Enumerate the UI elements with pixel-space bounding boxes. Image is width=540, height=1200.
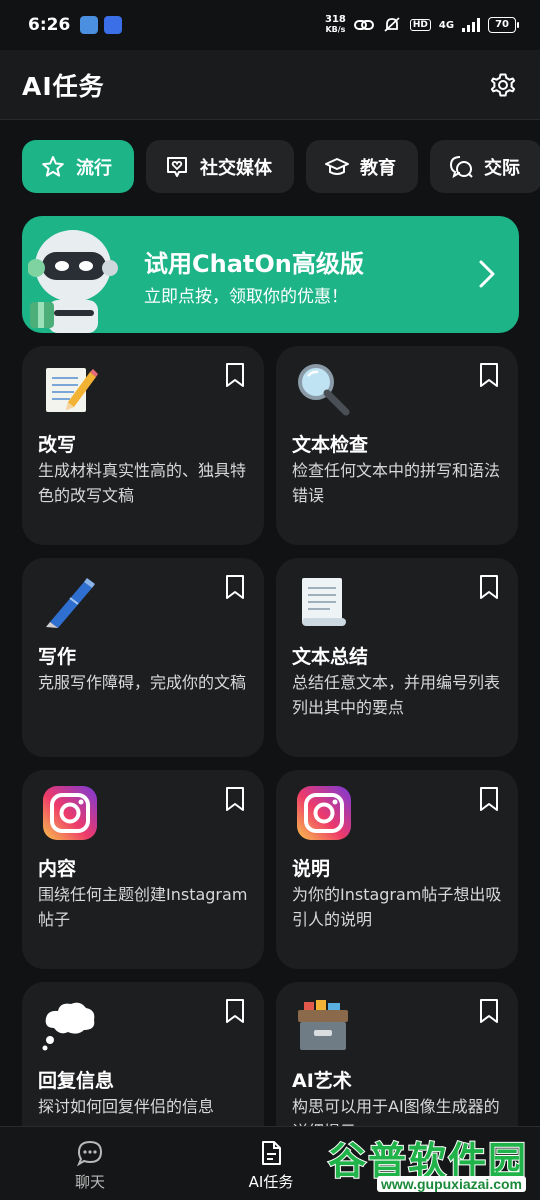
page-title: AI任务 <box>22 71 105 101</box>
app-header: AI任务 <box>0 50 540 120</box>
tab-social-media[interactable]: 社交媒体 <box>146 140 294 193</box>
task-card-content[interactable]: 内容 围绕任何主题创建Instagram帖子 <box>22 770 264 969</box>
card-description: 检查任何文本中的拼写和语法错误 <box>292 461 501 505</box>
link-icon <box>353 17 374 33</box>
card-title: 文本检查 <box>292 434 369 456</box>
task-card-summary[interactable]: 文本总结 总结任意文本，并用编号列表列出其中的要点 <box>276 558 518 757</box>
scroll-icon <box>302 578 346 626</box>
category-tabs: 流行 社交媒体 教育 交际 <box>22 140 540 193</box>
bookmark-icon[interactable] <box>478 362 500 388</box>
bookmark-icon[interactable] <box>478 786 500 812</box>
nav-chat[interactable]: 聊天 <box>45 1139 135 1192</box>
site-watermark: 谷普软件园 www.gupuxiazai.com <box>298 1130 534 1196</box>
network-type: 4G <box>438 19 455 31</box>
card-description: 探讨如何回复伴侣的信息 <box>38 1097 215 1116</box>
watermark-url: www.gupuxiazai.com <box>376 1176 526 1192</box>
card-title: 回复信息 <box>38 1070 115 1092</box>
bookmark-icon[interactable] <box>478 998 500 1024</box>
task-card-rewrite[interactable]: 改写 生成材料真实性高的、独具特色的改写文稿 <box>22 346 264 545</box>
nav-tasks-label: AI任务 <box>248 1173 294 1191</box>
chat-icon <box>76 1140 103 1167</box>
graduation-cap-icon <box>325 157 349 175</box>
bookmark-icon[interactable] <box>478 574 500 600</box>
heart-chat-icon <box>167 156 187 177</box>
card-description: 生成材料真实性高的、独具特色的改写文稿 <box>38 461 247 505</box>
task-card-text-check[interactable]: 文本检查 检查任何文本中的拼写和语法错误 <box>276 346 518 545</box>
instagram-icon <box>43 786 97 840</box>
net-speed: 318 KB/s <box>325 14 346 35</box>
chevron-right-icon <box>479 260 495 288</box>
notification-icons <box>80 16 123 34</box>
tab-communication[interactable]: 交际 <box>430 140 540 193</box>
card-description: 总结任意文本，并用编号列表列出其中的要点 <box>292 673 501 717</box>
promo-title: 试用ChatOn高级版 <box>144 250 364 278</box>
card-title: 写作 <box>38 646 77 668</box>
status-right: 318 KB/s HD 4G 70 <box>325 14 519 35</box>
star-icon <box>42 155 64 177</box>
status-time: 6:26 <box>28 15 71 35</box>
card-title: 改写 <box>38 434 77 456</box>
promo-subtitle: 立即点按，领取你的优惠！ <box>144 287 348 307</box>
card-title: 内容 <box>38 858 77 880</box>
card-description: 克服写作障碍，完成你的文稿 <box>38 673 247 692</box>
task-card-caption[interactable]: 说明 为你的Instagram帖子想出吸引人的说明 <box>276 770 518 969</box>
tab-label: 社交媒体 <box>200 157 272 179</box>
memo-pencil-icon <box>46 368 98 412</box>
chat-bubbles-icon <box>449 155 473 178</box>
signal-icon <box>462 18 481 32</box>
bookmark-icon[interactable] <box>224 786 246 812</box>
bookmark-icon[interactable] <box>224 998 246 1024</box>
pen-icon <box>46 578 95 628</box>
instagram-icon <box>297 786 351 840</box>
thought-bubble-icon <box>42 1002 95 1051</box>
card-title: 文本总结 <box>292 646 369 668</box>
tab-popular[interactable]: 流行 <box>22 140 134 193</box>
card-title: AI艺术 <box>292 1070 352 1092</box>
bookmark-icon[interactable] <box>224 574 246 600</box>
gear-icon[interactable] <box>488 70 518 100</box>
hd-badge: HD <box>409 19 431 31</box>
premium-promo-banner[interactable]: 试用ChatOn高级版 立即点按，领取你的优惠！ <box>22 216 519 333</box>
file-cabinet-icon <box>298 1000 348 1050</box>
status-bar: 6:26 318 KB/s HD 4G 70 <box>0 0 540 50</box>
app-notification-icon <box>80 16 99 34</box>
card-description: 为你的Instagram帖子想出吸引人的说明 <box>292 885 502 929</box>
tab-education[interactable]: 教育 <box>306 140 418 193</box>
battery-icon: 70 <box>488 17 519 33</box>
mute-icon <box>382 17 402 33</box>
robot-mascot-icon <box>28 230 118 333</box>
bookmark-icon[interactable] <box>224 362 246 388</box>
nav-chat-label: 聊天 <box>74 1173 105 1191</box>
card-description: 围绕任何主题创建Instagram帖子 <box>38 885 248 929</box>
tab-label: 交际 <box>484 157 520 179</box>
magnifier-icon <box>298 364 350 416</box>
tab-label: 教育 <box>360 157 396 179</box>
task-card-writing[interactable]: 写作 克服写作障碍，完成你的文稿 <box>22 558 264 757</box>
card-title: 说明 <box>292 858 331 880</box>
link-app-notification-icon <box>104 16 123 34</box>
document-icon <box>262 1141 281 1165</box>
tab-label: 流行 <box>76 157 112 179</box>
